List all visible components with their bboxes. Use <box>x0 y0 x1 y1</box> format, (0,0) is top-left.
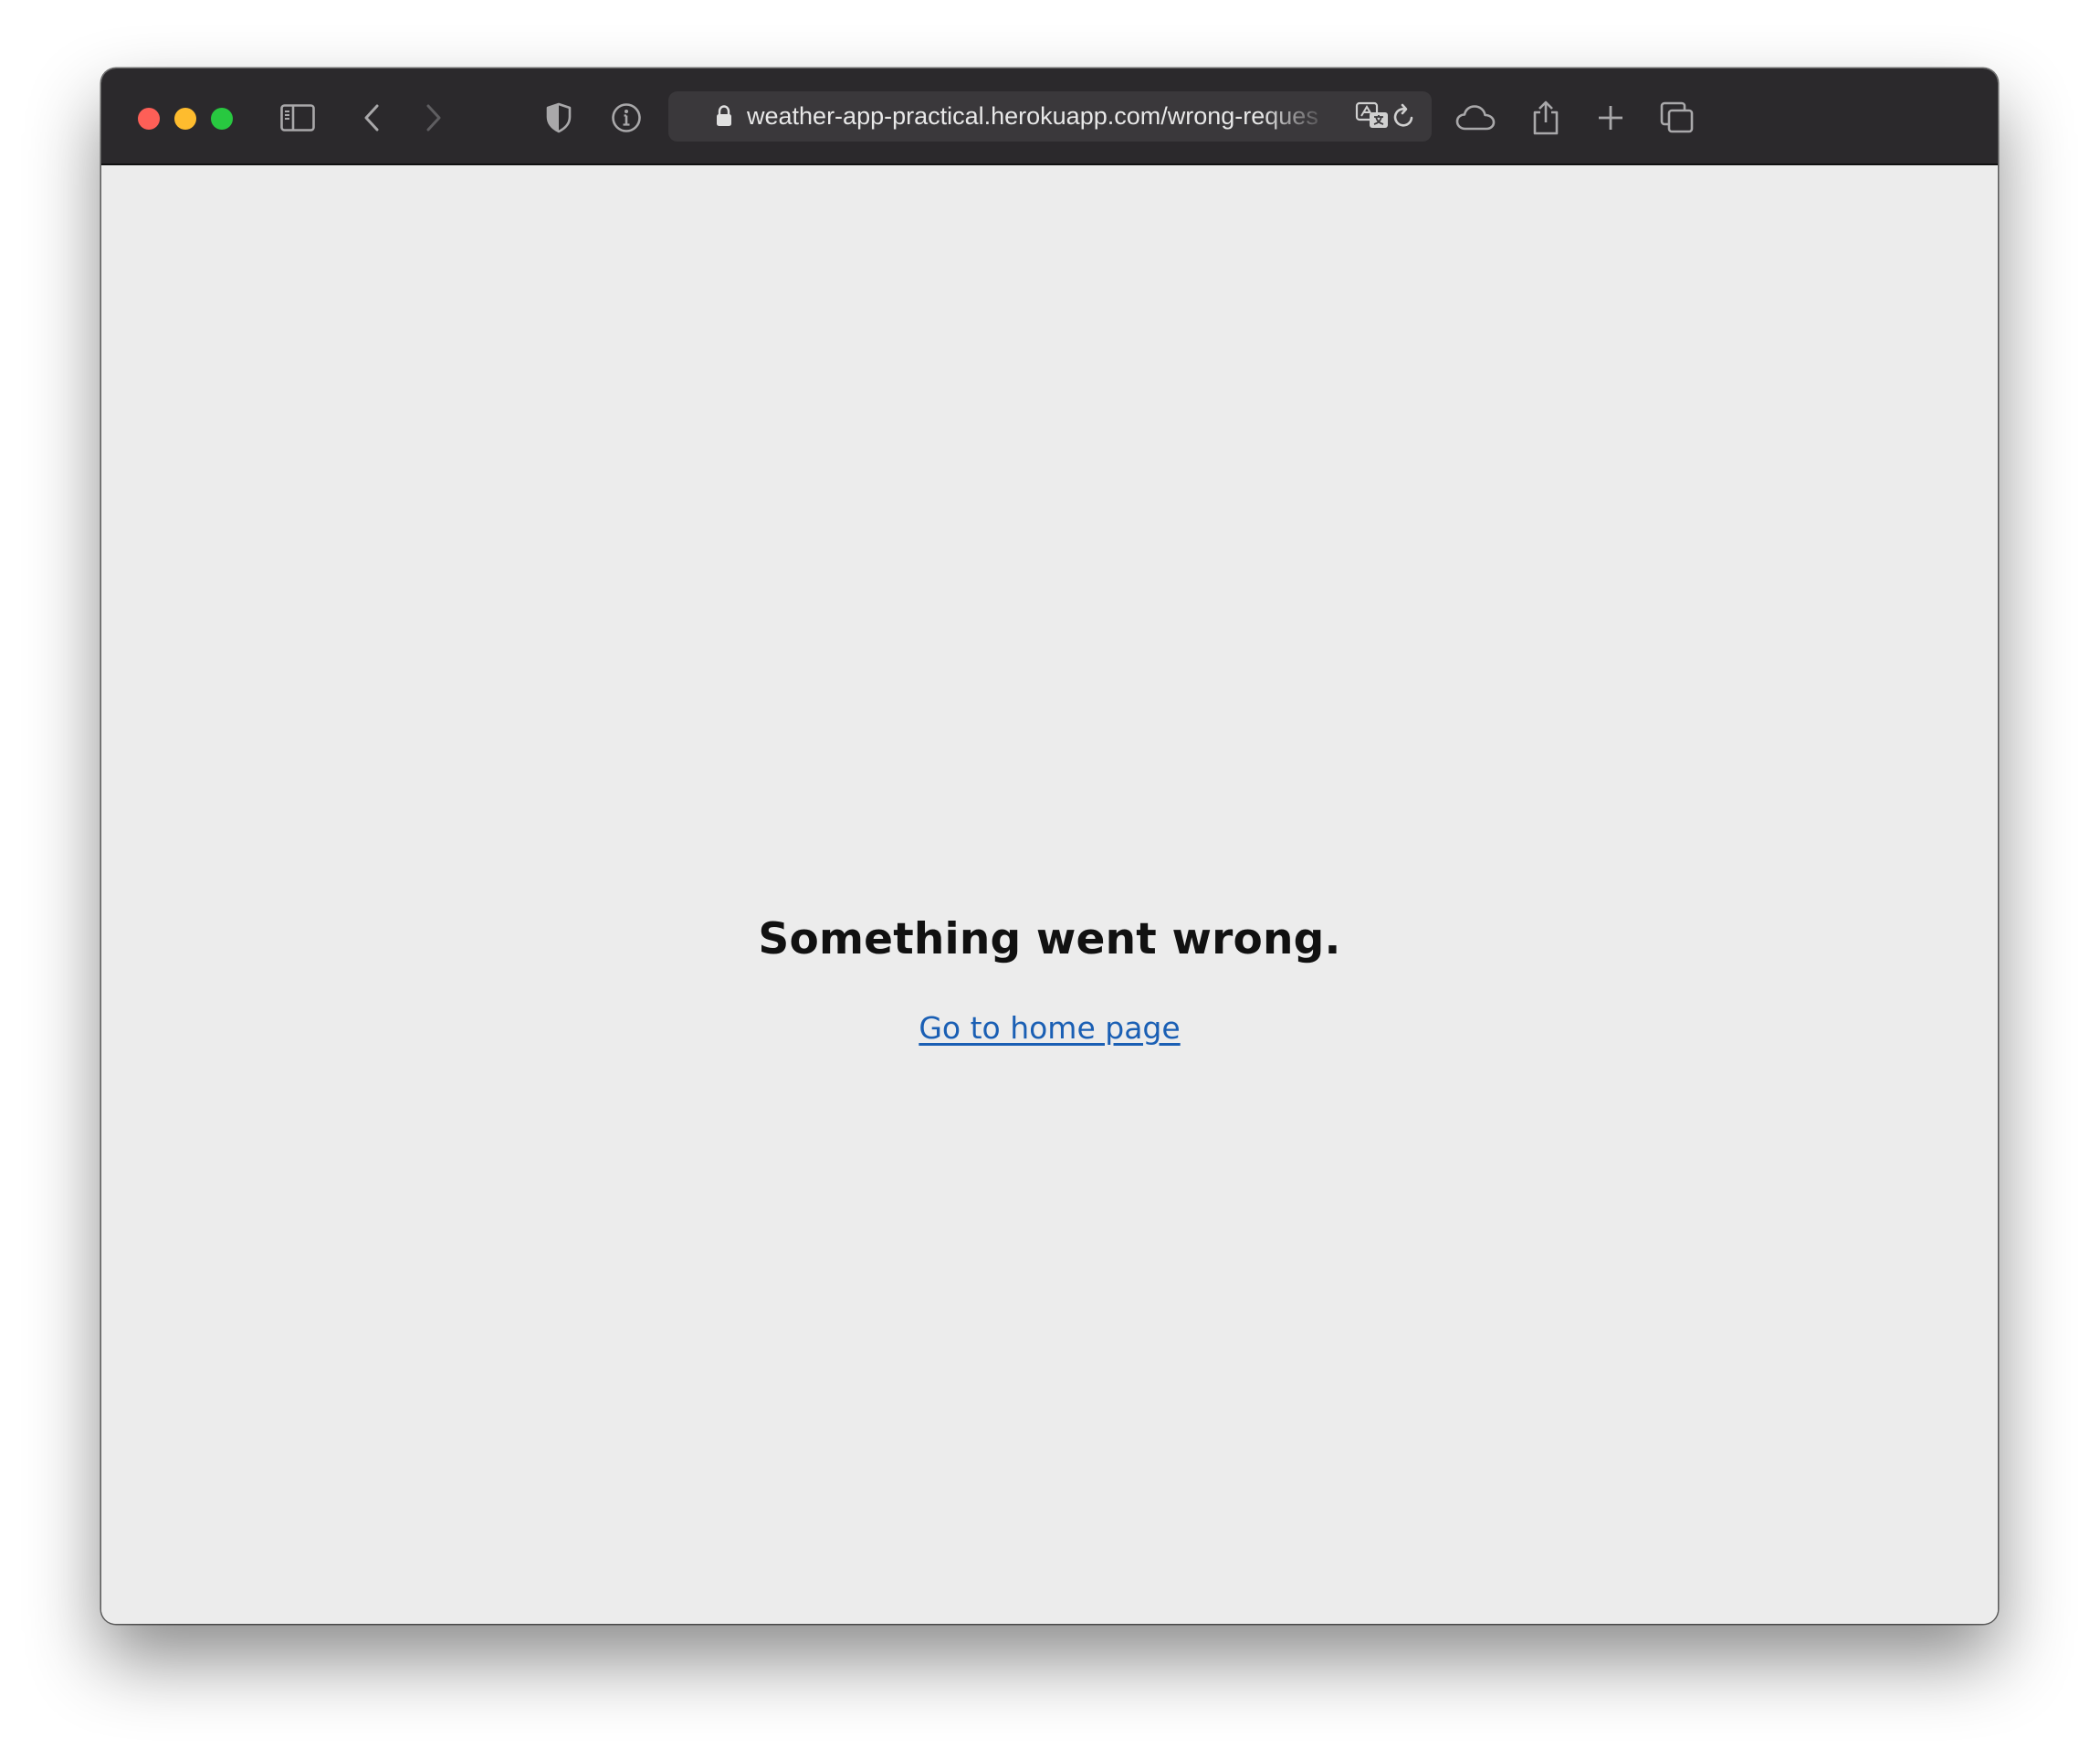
address-url[interactable]: weather-app-practical.herokuapp.com/wron… <box>747 91 1331 142</box>
info-icon[interactable] <box>604 96 648 140</box>
translate-icon[interactable] <box>1355 100 1390 136</box>
close-window-button[interactable] <box>138 108 160 130</box>
back-icon[interactable] <box>350 96 394 140</box>
sidebar-icon[interactable] <box>276 96 320 140</box>
minimize-window-button[interactable] <box>174 108 196 130</box>
new-tab-icon[interactable] <box>1589 96 1633 140</box>
cloud-icon[interactable] <box>1454 96 1497 140</box>
error-heading: Something went wrong. <box>758 914 1341 964</box>
privacy-shield-icon[interactable] <box>537 96 581 140</box>
share-icon[interactable] <box>1524 96 1568 140</box>
tab-overview-icon[interactable] <box>1655 96 1699 140</box>
home-page-link[interactable]: Go to home page <box>101 1010 1998 1046</box>
zoom-window-button[interactable] <box>211 108 233 130</box>
lock-icon <box>716 105 732 132</box>
page-content: Something went wrong. Go to home page <box>101 165 1998 1624</box>
forward-icon[interactable] <box>412 96 456 140</box>
browser-window: weather-app-practical.herokuapp.com/wron… <box>101 68 1998 1624</box>
browser-toolbar: weather-app-practical.herokuapp.com/wron… <box>101 68 1998 165</box>
address-bar[interactable]: weather-app-practical.herokuapp.com/wron… <box>668 91 1432 142</box>
reload-icon[interactable] <box>1391 102 1417 134</box>
